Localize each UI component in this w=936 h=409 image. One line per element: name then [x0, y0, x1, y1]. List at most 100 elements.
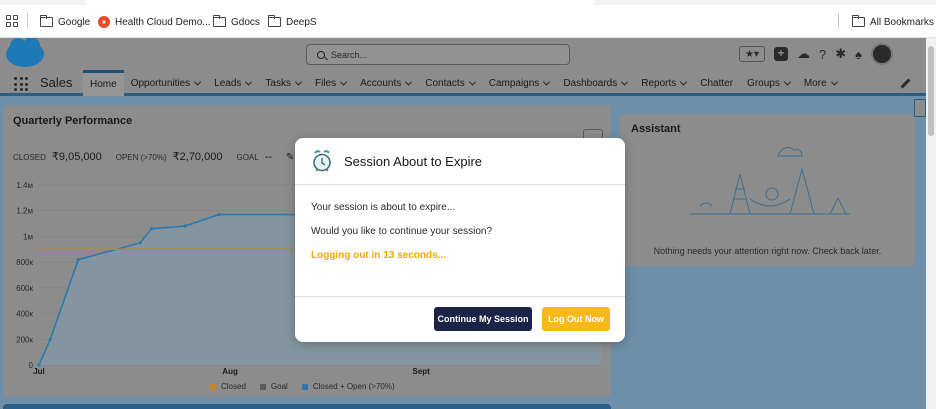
nav-item-more[interactable]: More	[797, 70, 844, 96]
edit-nav-pencil-icon[interactable]	[900, 78, 911, 89]
closed-label: CLOSED	[13, 153, 46, 162]
x-tick-label: Sept	[412, 367, 430, 376]
address-bar-edge	[85, 0, 595, 5]
log-out-now-button[interactable]: Log Out Now	[542, 307, 610, 331]
trailhead-icon[interactable]: ☁	[797, 46, 810, 62]
bookmark-google[interactable]: Google	[39, 14, 91, 29]
card-title: Assistant	[631, 123, 681, 135]
nav-item-reports[interactable]: Reports	[634, 70, 693, 96]
nav-item-label: Opportunities	[130, 77, 191, 89]
x-tick-label: Jul	[33, 367, 45, 376]
bookmark-label: DeepS	[286, 16, 317, 28]
nav-item-tasks[interactable]: Tasks	[258, 70, 308, 96]
nav-item-files[interactable]: Files	[308, 70, 353, 96]
chevron-down-icon[interactable]	[405, 78, 413, 86]
nav-item-campaigns[interactable]: Campaigns	[482, 70, 557, 96]
chevron-down-icon[interactable]	[340, 78, 348, 86]
chevron-down-icon[interactable]	[245, 78, 253, 86]
chevron-down-icon[interactable]	[830, 78, 838, 86]
app-name: Sales	[40, 75, 73, 90]
bookmark-label: Google	[58, 16, 91, 28]
nav-item-label: Campaigns	[488, 77, 540, 89]
nav-item-leads[interactable]: Leads	[207, 70, 258, 96]
help-question-icon[interactable]: ?	[819, 47, 826, 62]
app-nav-bar: Sales Home Opportunities Leads Tasks Files Ac…	[0, 70, 926, 96]
assistant-illustration-icon	[690, 146, 850, 215]
global-search-input[interactable]: Search...	[306, 44, 570, 65]
app-launcher-icon[interactable]	[14, 77, 28, 91]
modal-message-line-2: Would you like to continue your session?	[311, 226, 493, 237]
continue-session-button[interactable]: Continue My Session	[434, 307, 532, 331]
bookmark-label: Gdocs	[231, 16, 260, 28]
apps-grid-icon[interactable]	[6, 15, 18, 27]
nav-item-label: Home	[90, 79, 117, 90]
modal-message-line-1: Your session is about to expire...	[311, 202, 456, 213]
nav-item-contacts[interactable]: Contacts	[418, 70, 481, 96]
modal-footer: Continue My Session Log Out Now	[295, 296, 625, 342]
notifications-bell-icon[interactable]: ♠	[855, 47, 862, 62]
legend-item-closed: Closed	[210, 382, 246, 391]
folder-icon	[851, 14, 865, 27]
series-point	[48, 337, 52, 341]
page-scrollbar[interactable]	[926, 38, 936, 409]
nav-item-label: Tasks	[265, 77, 291, 89]
bookmark-deeps[interactable]: DeepS	[267, 14, 317, 29]
nav-item-dashboards[interactable]: Dashboards	[556, 70, 634, 96]
assistant-card: Assistant Nothing needs your attention r…	[620, 114, 915, 266]
favorites-star-icon[interactable]: ★▾	[739, 46, 765, 62]
nav-items: Home Opportunities Leads Tasks Files Accounts…	[83, 70, 844, 96]
user-avatar[interactable]	[871, 43, 894, 65]
legend-item-closed-open: Closed + Open (>70%)	[301, 382, 395, 391]
chevron-down-icon[interactable]	[543, 78, 551, 86]
nav-item-label: Files	[314, 77, 337, 89]
nav-item-label: Groups	[747, 77, 780, 89]
y-tick-label: 1.4м	[16, 181, 33, 190]
closed-value: ₹9,05,000	[51, 151, 102, 163]
bookmarks-separator	[838, 13, 839, 29]
y-tick-label: 200к	[16, 335, 33, 344]
nav-item-opportunities[interactable]: Opportunities	[124, 70, 207, 96]
nav-item-accounts[interactable]: Accounts	[353, 70, 418, 96]
goal-value: --	[264, 151, 273, 163]
chevron-down-icon[interactable]	[783, 78, 791, 86]
folder-icon	[39, 14, 53, 27]
salesforce-logo-icon[interactable]	[6, 38, 44, 67]
setup-gear-icon[interactable]: ✱	[835, 46, 846, 62]
y-tick-label: 1м	[23, 232, 33, 241]
nav-item-groups[interactable]: Groups	[740, 70, 797, 96]
nav-item-label: Reports	[641, 77, 677, 89]
bookmark-health-cloud[interactable]: ● Health Cloud Demo...	[98, 15, 211, 29]
all-bookmarks[interactable]: All Bookmarks	[851, 14, 934, 29]
edit-goal-pencil-icon[interactable]: ✎	[286, 152, 294, 163]
y-tick-label: 1.2м	[16, 207, 33, 216]
chevron-down-icon[interactable]	[621, 78, 629, 86]
expand-panel-icon[interactable]	[914, 99, 926, 117]
search-icon	[317, 50, 325, 59]
chevron-down-icon[interactable]	[680, 78, 688, 86]
health-cloud-icon: ●	[98, 16, 110, 28]
search-placeholder: Search...	[331, 49, 368, 60]
next-card-edge	[3, 404, 611, 409]
chevron-down-icon[interactable]	[468, 78, 476, 86]
nav-item-label: More	[803, 77, 827, 89]
card-title: Quarterly Performance	[13, 115, 133, 127]
modal-header: Session About to Expire	[295, 138, 625, 185]
series-point	[149, 227, 153, 231]
bookmarks-separator	[27, 13, 28, 29]
y-tick-label: 400к	[16, 310, 33, 319]
bookmarks-bar: Google ● Health Cloud Demo... Gdocs Deep…	[0, 0, 936, 38]
chevron-down-icon[interactable]	[294, 78, 303, 86]
bookmark-label: Health Cloud Demo...	[115, 16, 211, 28]
modal-body: Your session is about to expire... Would…	[311, 202, 492, 261]
open-label: OPEN (>70%)	[115, 153, 167, 162]
y-tick-label: 800к	[16, 258, 33, 267]
bookmark-gdocs[interactable]: Gdocs	[212, 14, 260, 29]
nav-item-home[interactable]: Home	[83, 70, 124, 96]
global-actions-plus-icon[interactable]: +	[774, 47, 788, 61]
nav-item-chatter[interactable]: Chatter	[693, 70, 740, 96]
series-point	[217, 212, 221, 217]
open-value: ₹2,70,000	[172, 151, 223, 163]
chevron-down-icon[interactable]	[194, 78, 202, 86]
y-tick-label: 600к	[16, 284, 33, 293]
scrollbar-thumb[interactable]	[928, 46, 934, 136]
